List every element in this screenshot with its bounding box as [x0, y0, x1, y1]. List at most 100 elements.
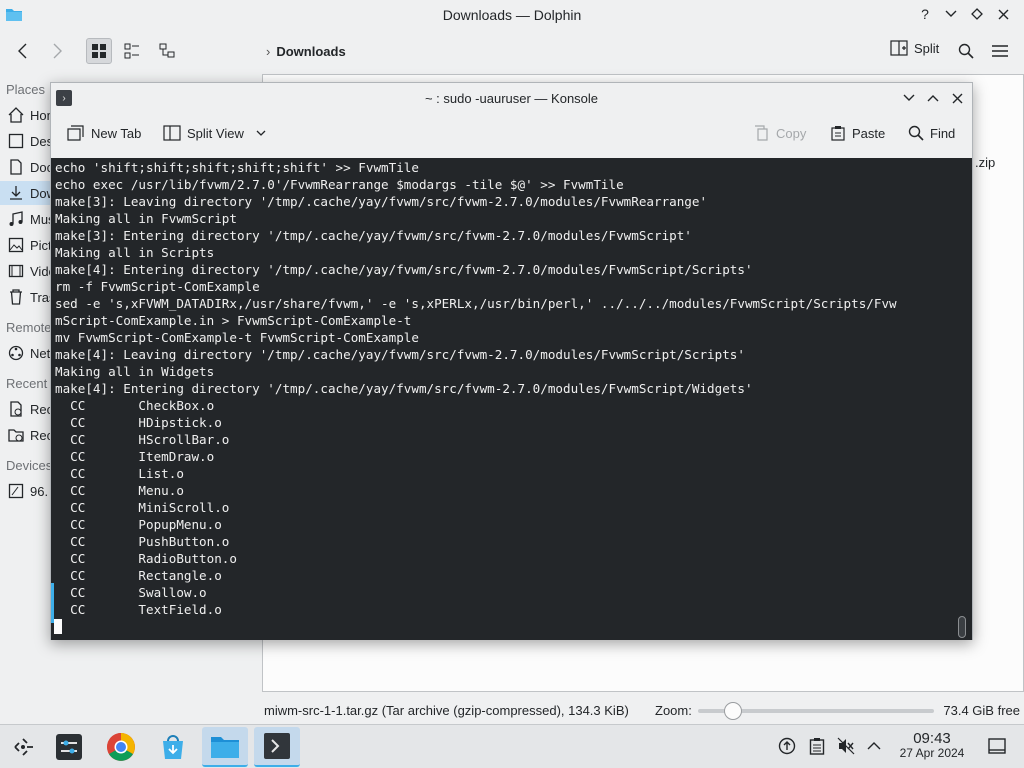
terminal-line: CC CheckBox.o [55, 398, 215, 413]
paste-button[interactable]: Paste [830, 125, 885, 141]
compact-view-icon[interactable] [119, 38, 145, 64]
split-view-label: Split View [187, 125, 244, 141]
konsole-toolbar: New Tab Split View Copy Paste Find [51, 113, 972, 157]
place-label: Desktop [30, 133, 52, 149]
help-icon[interactable]: ? [916, 5, 934, 23]
dolphin-title: Downloads — Dolphin [442, 7, 582, 23]
paste-label: Paste [852, 125, 886, 141]
find-button[interactable]: Find [908, 125, 955, 141]
volume-muted-icon[interactable] [837, 737, 855, 755]
konsole-window: › ~ : sudo -uauruser — Konsole New Tab S… [50, 82, 973, 640]
maximize-icon[interactable] [968, 5, 986, 23]
place-label: Recent Files [30, 401, 52, 417]
place-device[interactable]: 96. [0, 479, 52, 503]
place-pictures[interactable]: Pictures [0, 233, 52, 257]
discover-store-icon[interactable] [150, 727, 196, 767]
network-icon [8, 345, 24, 361]
maximize-icon[interactable] [924, 89, 942, 107]
place-documents[interactable]: Documents [0, 155, 52, 179]
place-label: Documents [30, 159, 52, 175]
split-button[interactable]: Split [890, 40, 939, 56]
place-downloads[interactable]: Downloads [0, 181, 52, 205]
details-view-icon[interactable] [154, 38, 180, 64]
place-recent-files[interactable]: Recent Files [0, 397, 52, 421]
file-name-suffix[interactable]: .zip [975, 155, 995, 170]
free-space: 73.4 GiB free [943, 703, 1020, 718]
trash-icon [8, 289, 24, 305]
documents-icon [8, 159, 24, 175]
places-panel: Places Home Desktop Documents Downloads … [0, 74, 52, 694]
place-music[interactable]: Music [0, 207, 52, 231]
clock[interactable]: 09:43 27 Apr 2024 [892, 730, 972, 760]
konsole-titlebar[interactable]: › ~ : sudo -uauruser — Konsole [51, 83, 972, 113]
places-heading: Places [6, 82, 46, 97]
chevron-up-icon[interactable] [865, 737, 883, 755]
terminal-line: mScript-ComExample.in > FvwmScript-ComEx… [55, 313, 412, 328]
split-view-icon [163, 125, 181, 141]
split-view-button[interactable]: Split View [163, 125, 266, 141]
terminal-output[interactable]: echo 'shift;shift;shift;shift;shift' >> … [51, 158, 972, 640]
konsole-title: ~ : sudo -uauruser — Konsole [424, 91, 599, 106]
place-videos[interactable]: Videos [0, 259, 52, 283]
close-icon[interactable] [994, 5, 1012, 23]
app-launcher-icon[interactable] [0, 727, 46, 767]
zoom-slider-handle[interactable] [724, 702, 742, 720]
place-label: Recent Locations [30, 427, 52, 443]
terminal-line: echo 'shift;shift;shift;shift;shift' >> … [55, 160, 419, 175]
zoom-slider[interactable] [698, 702, 934, 720]
terminal-line: sed -e 's,xFVWM_DATADIRx,/usr/share/fvwm… [55, 296, 897, 311]
chevron-down-icon [256, 130, 266, 136]
terminal-line: make[4]: Entering directory '/tmp/.cache… [55, 262, 753, 277]
konsole-task-icon[interactable] [254, 727, 300, 767]
chrome-icon[interactable] [98, 727, 144, 767]
dolphin-titlebar[interactable]: Downloads — Dolphin ? [0, 0, 1024, 30]
terminal-line: CC RadioButton.o [55, 551, 237, 566]
new-tab-label: New Tab [91, 125, 142, 141]
terminal-line: CC PushButton.o [55, 534, 230, 549]
terminal-line: CC Rectangle.o [55, 568, 222, 583]
terminal-line: rm -f FvwmScript-ComExample [55, 279, 260, 294]
copy-label: Copy [776, 125, 807, 141]
new-tab-icon [67, 125, 84, 141]
place-network[interactable]: Network [0, 341, 52, 365]
terminal-line: mv FvwmScript-ComExample-t FvwmScript-Co… [55, 330, 419, 345]
terminal-line: Making all in Widgets [55, 364, 215, 379]
pictures-icon [8, 237, 24, 253]
terminal-line: make[3]: Leaving directory '/tmp/.cache/… [55, 194, 708, 209]
videos-icon [8, 263, 24, 279]
new-tab-button[interactable]: New Tab [67, 125, 141, 141]
copy-button[interactable]: Copy [754, 125, 806, 141]
minimize-icon[interactable] [900, 89, 918, 107]
dolphin-task-icon[interactable] [202, 727, 248, 767]
terminal-scrollbar[interactable] [958, 616, 966, 638]
system-settings-icon[interactable] [46, 727, 92, 767]
terminal-line: CC TextField.o [55, 602, 222, 617]
selected-file-info: miwm-src-1-1.tar.gz (Tar archive (gzip-c… [264, 703, 629, 718]
music-icon [8, 211, 24, 227]
icons-view-icon[interactable] [86, 38, 112, 64]
place-recent-locations[interactable]: Recent Locations [0, 423, 52, 447]
breadcrumb[interactable]: › Downloads [266, 44, 346, 59]
remote-heading: Remote [6, 320, 52, 335]
clipboard-icon[interactable] [808, 737, 826, 755]
devices-heading: Devices [6, 458, 53, 473]
hamburger-menu-icon[interactable] [987, 38, 1013, 64]
taskbar: 09:43 27 Apr 2024 [0, 724, 1024, 768]
terminal-lines: echo 'shift;shift;shift;shift;shift' >> … [55, 159, 897, 618]
place-trash[interactable]: Trash [0, 285, 52, 309]
terminal-line: Making all in FvwmScript [55, 211, 237, 226]
zoom-label: Zoom: [655, 703, 692, 718]
show-desktop-icon[interactable] [988, 737, 1006, 755]
update-notifier-icon[interactable] [778, 737, 796, 755]
close-icon[interactable] [948, 89, 966, 107]
place-label: Downloads [30, 185, 52, 201]
breadcrumb-downloads[interactable]: Downloads [276, 44, 345, 59]
minimize-icon[interactable] [942, 5, 960, 23]
forward-icon[interactable] [44, 38, 70, 64]
terminal-line: CC HDipstick.o [55, 415, 222, 430]
place-home[interactable]: Home [0, 103, 52, 127]
place-desktop[interactable]: Desktop [0, 129, 52, 153]
status-bar: miwm-src-1-1.tar.gz (Tar archive (gzip-c… [262, 696, 1024, 722]
back-icon[interactable] [10, 38, 36, 64]
search-icon[interactable] [953, 38, 979, 64]
